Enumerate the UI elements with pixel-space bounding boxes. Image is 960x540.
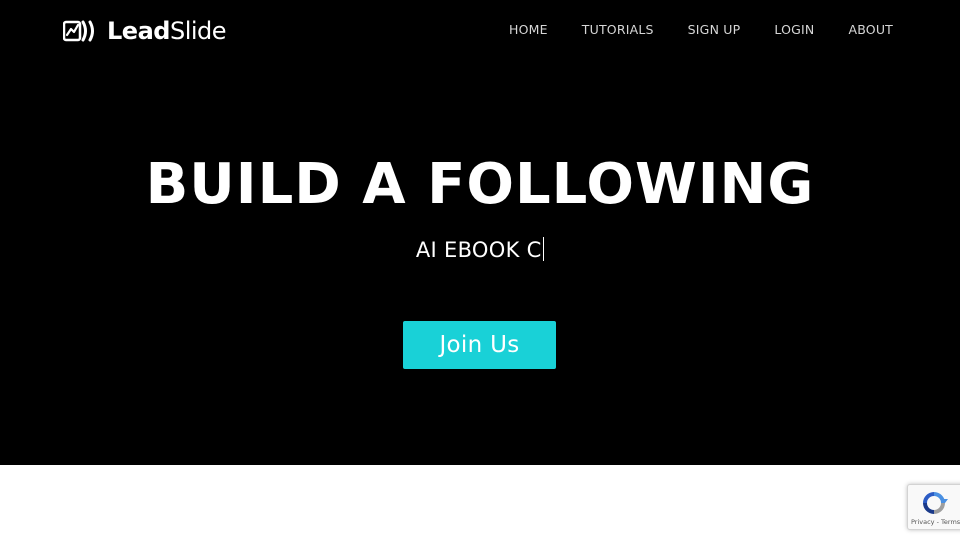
typed-subtitle: AI EBOOK C (0, 236, 960, 264)
nav-link-login[interactable]: LOGIN (774, 21, 814, 39)
logo-text: LeadSlide (107, 15, 227, 47)
recaptcha-terms-link[interactable]: Terms (941, 518, 960, 526)
typing-caret (542, 237, 545, 261)
nav-item-sign-up: SIGN UP (688, 21, 741, 39)
nav-item-tutorials: TUTORIALS (582, 21, 654, 39)
nav-menu: HOME TUTORIALS SIGN UP LOGIN ABOUT (475, 21, 893, 39)
recaptcha-badge[interactable]: Privacy - Terms (907, 484, 960, 530)
nav-item-home: HOME (509, 21, 548, 39)
recaptcha-privacy-link[interactable]: Privacy (911, 518, 935, 526)
nav-item-login: LOGIN (774, 21, 814, 39)
logo-text-bold: Lead (107, 17, 170, 45)
top-navigation: LeadSlide HOME TUTORIALS SIGN UP LOGIN A… (0, 0, 960, 62)
nav-link-tutorials[interactable]: TUTORIALS (582, 21, 654, 39)
recaptcha-icon (923, 492, 948, 514)
recaptcha-links: Privacy - Terms (911, 518, 960, 526)
nav-link-about[interactable]: ABOUT (848, 21, 893, 39)
nav-link-sign-up[interactable]: SIGN UP (688, 21, 741, 39)
typed-text: AI EBOOK C (415, 238, 542, 262)
nav-item-about: ABOUT (848, 21, 893, 39)
leadslide-logo-icon (63, 20, 94, 42)
site-logo[interactable]: LeadSlide (63, 15, 227, 47)
nav-link-home[interactable]: HOME (509, 21, 548, 39)
logo-text-regular: Slide (169, 17, 227, 45)
hero-section: LeadSlide HOME TUTORIALS SIGN UP LOGIN A… (0, 0, 960, 465)
join-us-button[interactable]: Join Us (403, 321, 556, 369)
hero-headline: BUILD A FOLLOWING (145, 152, 815, 217)
